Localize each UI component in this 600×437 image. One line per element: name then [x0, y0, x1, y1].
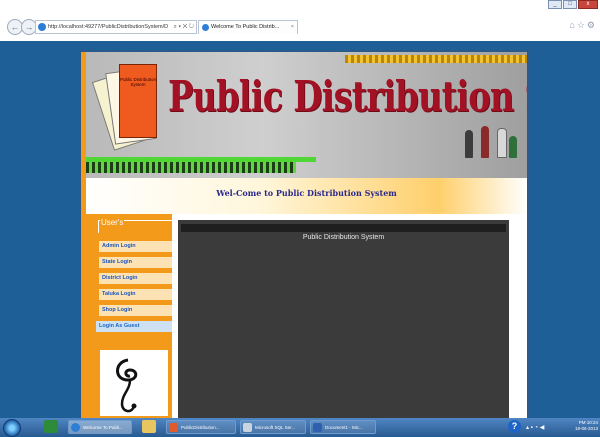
ration-card-icon: Public Distribution System — [119, 64, 157, 138]
visual-studio-icon — [169, 423, 178, 432]
guest-login-link[interactable]: Login As Guest — [96, 321, 172, 332]
book-cover-text: Public Distribution System — [120, 77, 157, 87]
minimize-icon[interactable]: _ — [548, 0, 562, 9]
swirl-ornament-icon — [116, 358, 138, 413]
welcome-band: Wel-Come to Public Distribution System — [86, 178, 527, 214]
ie-icon — [202, 24, 209, 31]
person-figure — [509, 136, 517, 158]
content-title: Public Distribution System — [302, 234, 385, 241]
web-page: Public Distribution System Public Distri… — [79, 50, 529, 422]
taskbar-item-browser[interactable]: Welcome To Publi... — [68, 420, 132, 434]
sidebar: User's Admin Login State Login District … — [86, 214, 173, 420]
shop-login-link[interactable]: Shop Login — [99, 305, 172, 316]
tray-icons[interactable]: ▴ ▪ ◔ ◀ — [526, 424, 544, 431]
tab-welcome[interactable]: Welcome To Public Distrib... × — [198, 20, 298, 34]
state-login-link[interactable]: State Login — [99, 257, 172, 268]
ie-icon — [71, 423, 80, 432]
clock[interactable]: PM 10:24 18-06-2013 — [575, 420, 598, 432]
home-favorites-tools-icon[interactable]: ⌂☆⚙ — [569, 20, 597, 31]
start-button[interactable] — [3, 419, 21, 437]
ie-icon — [38, 23, 46, 31]
maximize-icon[interactable]: □ — [563, 0, 577, 9]
content-panel: Public Distribution System — [178, 220, 509, 420]
person-figure — [465, 130, 473, 158]
taskbar-item-sql[interactable]: Microsoft SQL Ser... — [240, 420, 306, 434]
welcome-text: Wel-Come to Public Distribution System — [216, 188, 397, 198]
decorative-ornament-image — [100, 350, 168, 416]
content-header-bar — [181, 224, 506, 232]
taskbar: Welcome To Publi... PublicDistribution..… — [0, 418, 600, 437]
admin-login-link[interactable]: Admin Login — [99, 241, 172, 252]
taluka-login-link[interactable]: Taluka Login — [99, 289, 172, 300]
browser-chrome: _ □ x ← → http://localhost:49277/PublicD… — [0, 0, 600, 41]
person-figure — [497, 128, 507, 158]
people-illustration — [463, 124, 519, 158]
help-icon[interactable]: ? — [508, 420, 521, 433]
decorative-border-top — [345, 55, 527, 63]
users-legend: User's — [100, 218, 125, 227]
person-figure — [481, 126, 489, 158]
district-login-link[interactable]: District Login — [99, 273, 172, 284]
address-controls-icon[interactable]: ⌕ ▾ ✕ ↻ — [173, 21, 194, 33]
close-icon[interactable]: x — [578, 0, 598, 9]
sql-server-icon — [243, 423, 252, 432]
window-controls: _ □ x — [548, 0, 598, 9]
tab-title: Welcome To Public Distrib... — [211, 24, 280, 30]
decorative-border-bottom — [86, 162, 296, 173]
address-text: http://localhost:49277/PublicDistributio… — [48, 24, 169, 30]
system-tray: ? ▴ ▪ ◔ ◀ PM 10:24 18-06-2013 — [504, 418, 600, 436]
folder-icon[interactable] — [142, 420, 156, 433]
site-title: Public Distribution System — [168, 72, 527, 121]
taskbar-item-vs[interactable]: PublicDistribution... — [166, 420, 236, 434]
address-bar[interactable]: http://localhost:49277/PublicDistributio… — [35, 20, 197, 34]
excel-icon[interactable] — [44, 420, 58, 433]
word-icon — [313, 423, 322, 432]
tab-close-icon[interactable]: × — [291, 21, 294, 34]
taskbar-item-word[interactable]: Document1 - Mic... — [310, 420, 376, 434]
site-header: Public Distribution System Public Distri… — [86, 52, 527, 178]
